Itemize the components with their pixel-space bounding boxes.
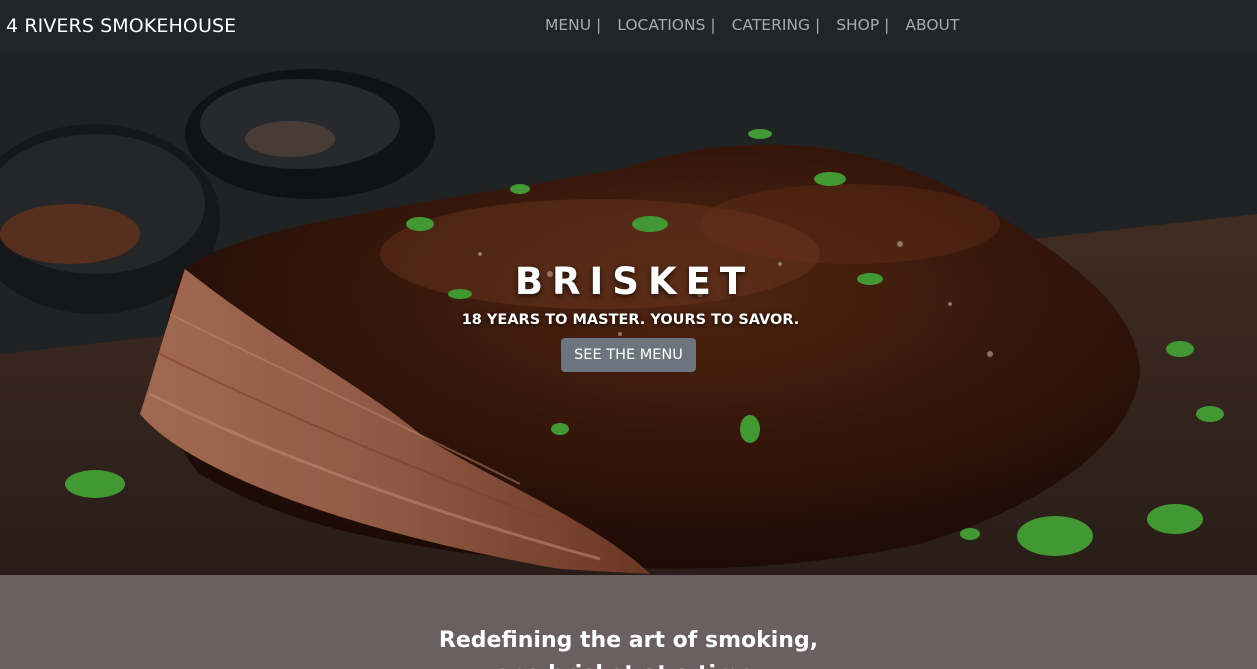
intro-tagline: Redefining the art of smoking, bbox=[438, 628, 819, 653]
hero-content: BRISKET 18 YEARS TO MASTER. YOURS TO SAV… bbox=[0, 260, 1257, 372]
nav-link-menu[interactable]: MENU | bbox=[545, 16, 601, 34]
nav-links: MENU | LOCATIONS | CATERING | SHOP | ABO… bbox=[545, 16, 959, 34]
nav-link-catering[interactable]: CATERING | bbox=[732, 16, 821, 34]
nav-link-about[interactable]: ABOUT bbox=[905, 16, 959, 34]
brand-logo-link[interactable]: 4 RIVERS SMOKEHOUSE bbox=[6, 15, 236, 37]
nav-link-locations[interactable]: LOCATIONS | bbox=[617, 16, 715, 34]
see-the-menu-button[interactable]: SEE THE MENU bbox=[561, 338, 696, 372]
hero-banner: BRISKET 18 YEARS TO MASTER. YOURS TO SAV… bbox=[0, 54, 1257, 575]
top-navbar: 4 RIVERS SMOKEHOUSE MENU | LOCATIONS | C… bbox=[0, 0, 1257, 54]
nav-link-shop[interactable]: SHOP | bbox=[836, 16, 889, 34]
hero-subtitle: 18 YEARS TO MASTER. YOURS TO SAVOR. bbox=[461, 312, 800, 328]
hero-title: BRISKET bbox=[514, 260, 755, 303]
intro-section: Redefining the art of smoking, one brisk… bbox=[0, 575, 1257, 669]
intro-tagline-line2: one brisket at a time. bbox=[0, 661, 1257, 669]
